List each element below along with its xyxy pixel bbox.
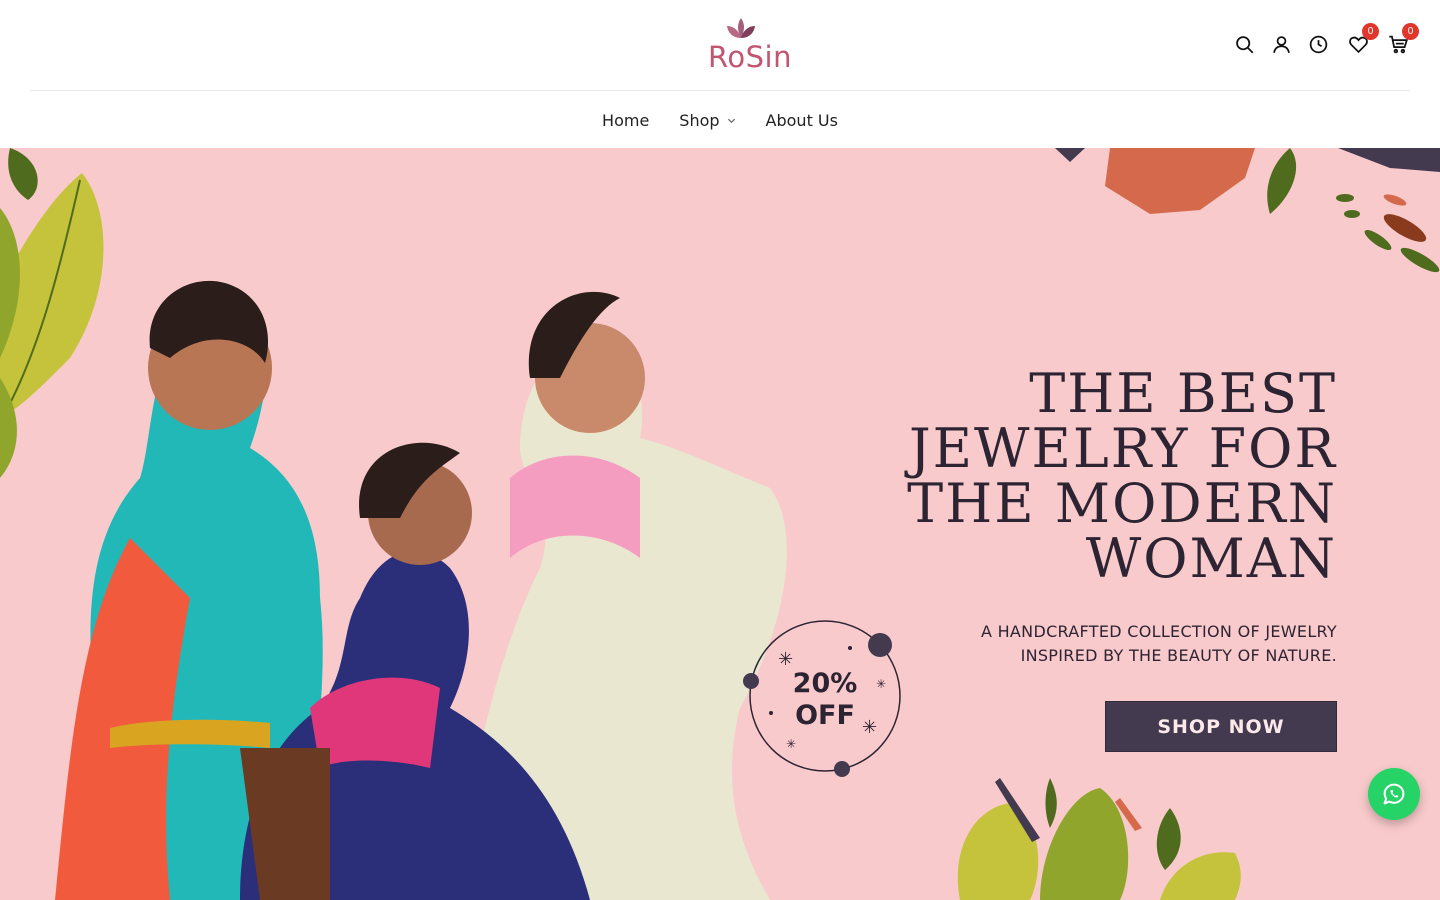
subtitle-line: A HANDCRAFTED COLLECTION OF JEWELRY — [980, 622, 1337, 641]
search-icon[interactable] — [1232, 32, 1256, 56]
nav-item-label: Home — [602, 110, 650, 130]
chevron-down-icon — [727, 118, 735, 123]
lotus-logo-icon — [727, 18, 755, 38]
cart-count-badge: 0 — [1402, 23, 1419, 40]
decor-shape — [1055, 148, 1085, 162]
account-icon[interactable] — [1269, 32, 1293, 56]
nav-item-shop[interactable]: Shop — [679, 111, 735, 130]
headline-line: THE MODERN — [907, 472, 1337, 535]
brand-name: RoSin — [708, 40, 792, 74]
discount-percent: 20% — [792, 668, 858, 699]
hero-subtitle: A HANDCRAFTED COLLECTION OF JEWELRY INSP… — [877, 620, 1337, 668]
decor-shape — [1105, 148, 1255, 214]
wishlist-count-badge: 0 — [1362, 23, 1379, 40]
whatsapp-icon — [1383, 783, 1405, 805]
decor-leaf — [1267, 148, 1297, 214]
site-header: RoSin 0 0 Home Shop About Us — [0, 0, 1440, 148]
whatsapp-chat-button[interactable] — [1368, 768, 1420, 820]
nav-item-label: Shop — [679, 110, 720, 130]
headline-line: THE BEST — [1029, 362, 1337, 425]
subtitle-line: INSPIRED BY THE BEAUTY OF NATURE. — [1020, 646, 1337, 665]
decor-shape — [1338, 148, 1440, 172]
cart-icon[interactable]: 0 — [1386, 23, 1419, 56]
main-nav: Home Shop About Us — [0, 92, 1440, 148]
wishlist-icon[interactable]: 0 — [1346, 23, 1379, 56]
recently-viewed-icon[interactable] — [1306, 32, 1330, 56]
header-top-bar: RoSin 0 0 — [30, 0, 1419, 91]
hero-headline: THE BEST JEWELRY FOR THE MODERN WOMAN — [817, 366, 1337, 586]
nav-item-about-us[interactable]: About Us — [766, 111, 838, 130]
discount-off-label: OFF — [795, 700, 855, 731]
hero-banner: ✳ ✳ ✳ ✳ 20% OFF THE BEST JEWELRY FOR THE… — [0, 148, 1440, 900]
headline-line: WOMAN — [1085, 527, 1337, 590]
nav-item-home[interactable]: Home — [602, 111, 649, 130]
headline-line: JEWELRY FOR — [908, 417, 1337, 480]
nav-item-label: About Us — [765, 110, 838, 130]
brand-logo[interactable]: RoSin — [680, 14, 820, 78]
shop-now-button[interactable]: SHOP NOW — [1105, 701, 1337, 752]
header-icons: 0 0 — [1219, 23, 1419, 62]
